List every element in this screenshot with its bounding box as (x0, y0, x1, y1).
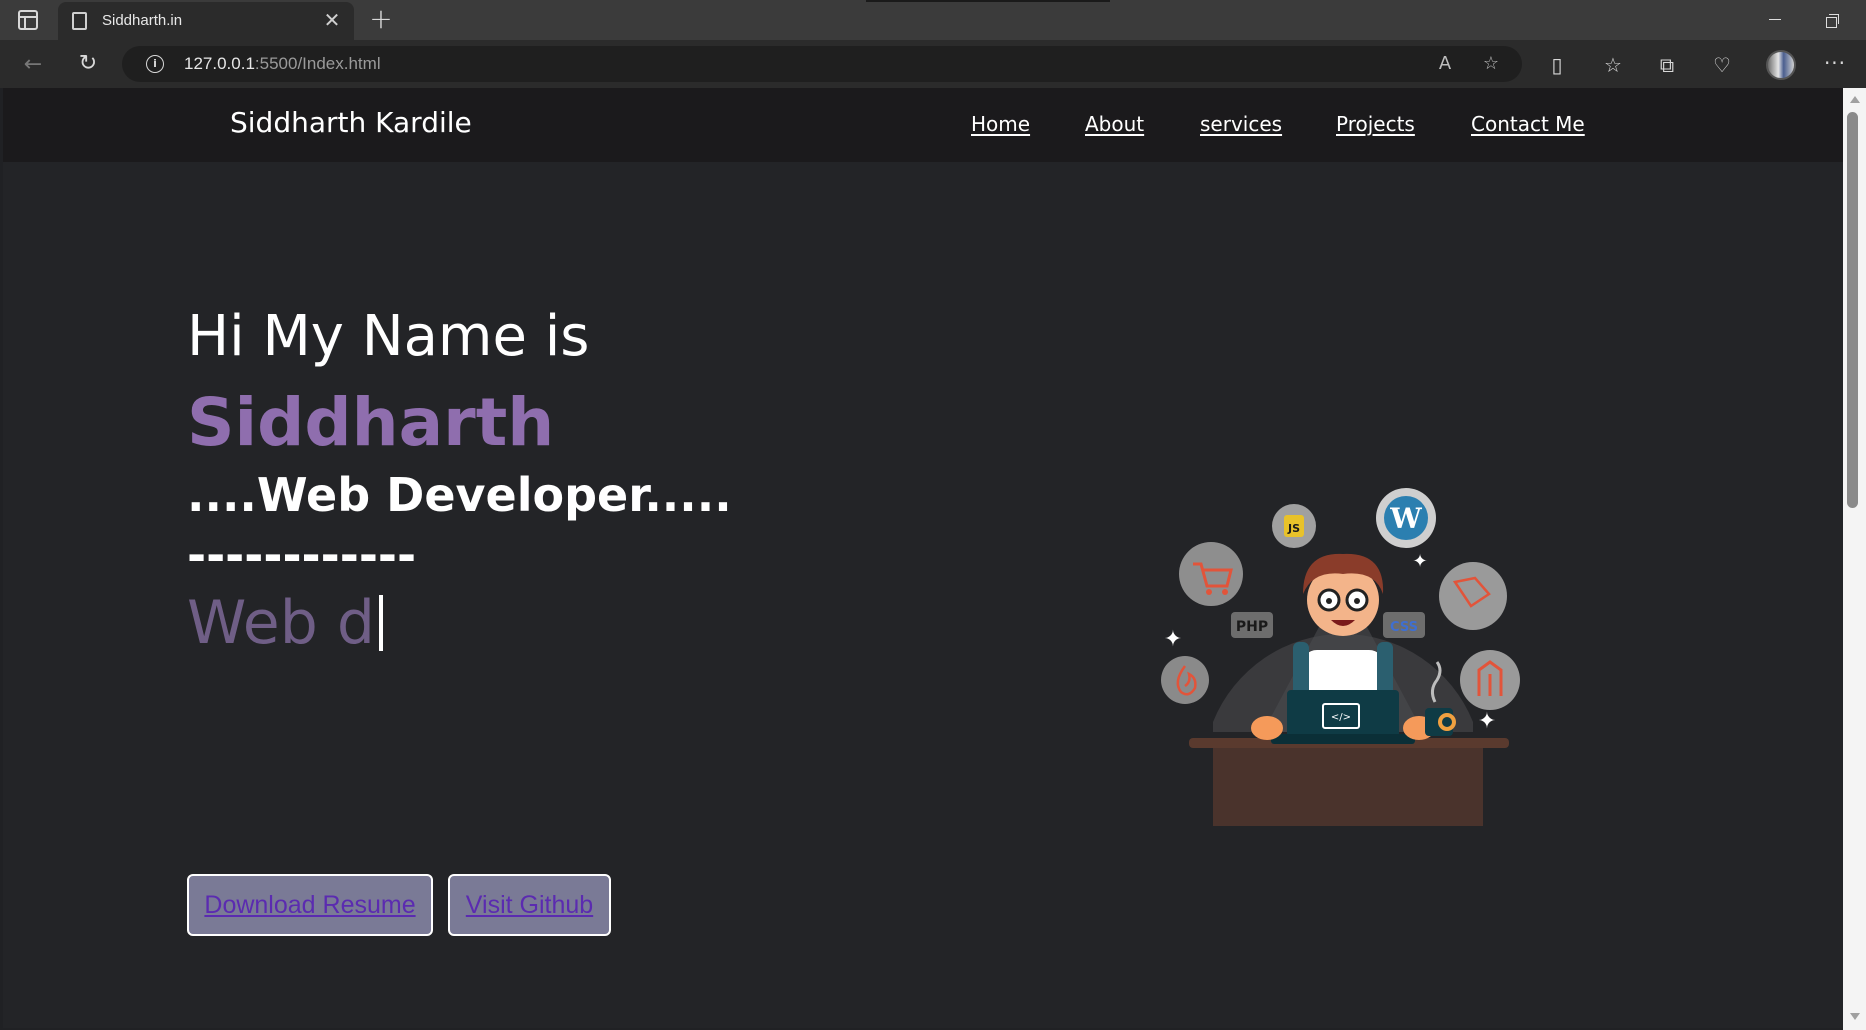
php-badge-label: PHP (1236, 619, 1268, 635)
performance-heart-icon[interactable]: ♡ (1709, 52, 1735, 78)
hero-greeting: Hi My Name is (187, 304, 590, 369)
hero-divider: ------------ (187, 528, 417, 582)
codeigniter-icon (1161, 656, 1209, 704)
favorites-list-icon[interactable]: ☆ (1600, 52, 1626, 78)
typing-text: Web d (187, 588, 383, 658)
css-badge-label: CSS (1390, 620, 1418, 635)
developer-illustration: </> PHP CSS JS W ✦ ✦ ✦ (1161, 488, 1520, 826)
desk-body (1213, 748, 1483, 826)
tab-bar: Siddharth.in ✕ + (0, 0, 1866, 40)
url-text[interactable]: 127.0.0.1:5500/Index.html (184, 54, 381, 74)
collections-icon[interactable]: ⧉ (1654, 52, 1680, 78)
url-path: :5500/Index.html (254, 54, 381, 73)
new-tab-icon[interactable]: + (366, 4, 396, 34)
typing-value: Web d (187, 588, 375, 658)
hero-role: ....Web Developer..... (187, 468, 732, 522)
cart-icon (1179, 542, 1243, 606)
scroll-down-arrow-icon[interactable] (1850, 1013, 1860, 1020)
window-drag-indicator (866, 0, 1110, 2)
minimize-icon[interactable] (1764, 8, 1788, 32)
tab-actions-icon[interactable] (18, 10, 38, 30)
more-menu-icon[interactable]: ··· (1822, 52, 1848, 78)
tab-title: Siddharth.in (102, 12, 183, 29)
download-resume-button[interactable]: Download Resume (187, 874, 433, 936)
favorite-star-icon[interactable]: ☆ (1478, 52, 1504, 76)
info-icon[interactable]: i (146, 55, 164, 73)
typing-caret (378, 595, 383, 651)
restore-icon[interactable] (1820, 8, 1844, 32)
page-viewport: Siddharth Kardile Home About services Pr… (3, 88, 1843, 1028)
nav-link-services[interactable]: services (1200, 112, 1282, 136)
svg-text:JS: JS (1287, 522, 1300, 535)
nav-link-contact[interactable]: Contact Me (1471, 112, 1585, 136)
nav-link-about[interactable]: About (1085, 112, 1144, 136)
sparkle-icon: ✦ (1164, 627, 1182, 652)
profile-avatar[interactable] (1766, 50, 1796, 80)
address-bar[interactable]: i 127.0.0.1:5500/Index.html A ☆ (122, 46, 1522, 82)
laravel-icon (1439, 562, 1507, 630)
svg-text:W: W (1389, 502, 1422, 535)
close-tab-icon[interactable]: ✕ (320, 8, 344, 32)
sparkle-icon: ✦ (1478, 709, 1496, 734)
read-aloud-icon[interactable]: A (1432, 52, 1458, 76)
window-close-icon[interactable] (1846, 8, 1866, 32)
browser-tab[interactable]: Siddharth.in ✕ (58, 2, 354, 40)
sparkle-icon: ✦ (1412, 551, 1427, 572)
nav-link-projects[interactable]: Projects (1336, 112, 1415, 136)
hand-left (1251, 716, 1283, 740)
site-navbar: Siddharth Kardile Home About services Pr… (3, 88, 1843, 162)
page-scrollbar[interactable] (1843, 88, 1866, 1030)
hero-name: Siddharth (187, 384, 555, 461)
visit-github-button[interactable]: Visit Github (448, 874, 611, 936)
url-host: 127.0.0.1 (184, 54, 255, 73)
scroll-up-arrow-icon[interactable] (1850, 96, 1860, 103)
page-icon (72, 12, 87, 30)
split-screen-icon[interactable]: ▯ (1544, 52, 1570, 78)
nav-link-home[interactable]: Home (971, 112, 1030, 136)
svg-text:</>: </> (1331, 712, 1351, 723)
back-arrow-icon[interactable]: ← (20, 52, 46, 78)
laptop-base (1271, 734, 1415, 744)
browser-toolbar: ← ↻ i 127.0.0.1:5500/Index.html A ☆ ▯ ☆ … (0, 40, 1866, 88)
reload-icon[interactable]: ↻ (74, 50, 102, 78)
site-brand[interactable]: Siddharth Kardile (230, 106, 472, 139)
scrollbar-thumb[interactable] (1847, 112, 1858, 508)
